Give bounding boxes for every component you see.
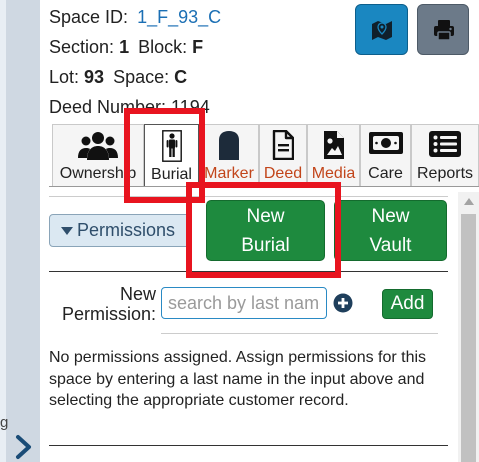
new-vault-line1: New — [371, 206, 410, 227]
scrollbar-thumb[interactable] — [461, 214, 476, 462]
map-button[interactable] — [355, 4, 408, 55]
tab-care-label: Care — [368, 165, 403, 182]
tab-media[interactable]: Media — [307, 124, 360, 186]
left-sidebar-strip — [0, 0, 40, 462]
block-label: Block: — [138, 37, 188, 57]
last-name-search-input[interactable] — [161, 287, 327, 319]
tab-marker[interactable]: Marker — [199, 124, 259, 186]
list-icon — [429, 131, 461, 157]
document-icon — [272, 130, 294, 160]
tab-deed[interactable]: Deed — [259, 124, 307, 186]
space-id-link[interactable]: 1_F_93_C — [137, 7, 221, 27]
new-permission-line2: Permission: — [61, 304, 156, 324]
section-label: Section: — [49, 37, 115, 57]
print-button[interactable] — [417, 4, 469, 55]
left-sidebar-edge — [0, 0, 6, 462]
section-value: 1 — [119, 37, 130, 57]
space-label: Space: — [113, 67, 170, 87]
new-burial-highlight — [186, 182, 341, 278]
headstone-icon — [219, 131, 239, 160]
new-vault-button[interactable]: New Vault — [334, 200, 447, 261]
space-tabs: Ownership Burial Marker Deed Media Care … — [49, 124, 479, 187]
caret-down-icon — [61, 227, 73, 235]
tab-marker-label: Marker — [204, 165, 254, 182]
permissions-bottom-divider — [49, 445, 448, 446]
new-vault-line2: Vault — [369, 235, 412, 256]
block-value: F — [192, 37, 204, 57]
scroll-up-arrow[interactable] — [464, 198, 474, 205]
tab-deed-label: Deed — [263, 165, 303, 182]
space-id-label: Space ID: — [49, 7, 129, 27]
tab-reports[interactable]: Reports — [411, 124, 479, 186]
tab-media-label: Media — [311, 165, 356, 182]
users-icon — [78, 132, 118, 160]
chevron-right-icon[interactable] — [14, 434, 34, 460]
print-icon — [434, 20, 454, 41]
lot-value: 93 — [84, 67, 105, 87]
section-block-row: Section: 1 Block: F — [49, 37, 203, 58]
no-permissions-message: No permissions assigned. Assign permissi… — [49, 349, 427, 409]
map-icon — [372, 21, 392, 40]
space-id-row: Space ID: 1_F_93_C — [49, 7, 221, 28]
left-edge-text: g — [0, 414, 9, 431]
tab-reports-label: Reports — [416, 165, 474, 182]
new-permission-label: New Permission: — [52, 284, 156, 324]
money-icon — [368, 132, 403, 154]
image-icon — [323, 131, 344, 159]
plus-circle-icon[interactable] — [333, 293, 353, 313]
lot-space-row: Lot: 93 Space: C — [49, 67, 187, 88]
space-value: C — [174, 67, 188, 87]
tab-care[interactable]: Care — [360, 124, 411, 186]
search-underline — [161, 333, 438, 334]
new-permission-line1: New — [119, 284, 156, 304]
add-permission-button[interactable]: Add — [382, 289, 433, 319]
lot-label: Lot: — [49, 67, 80, 87]
